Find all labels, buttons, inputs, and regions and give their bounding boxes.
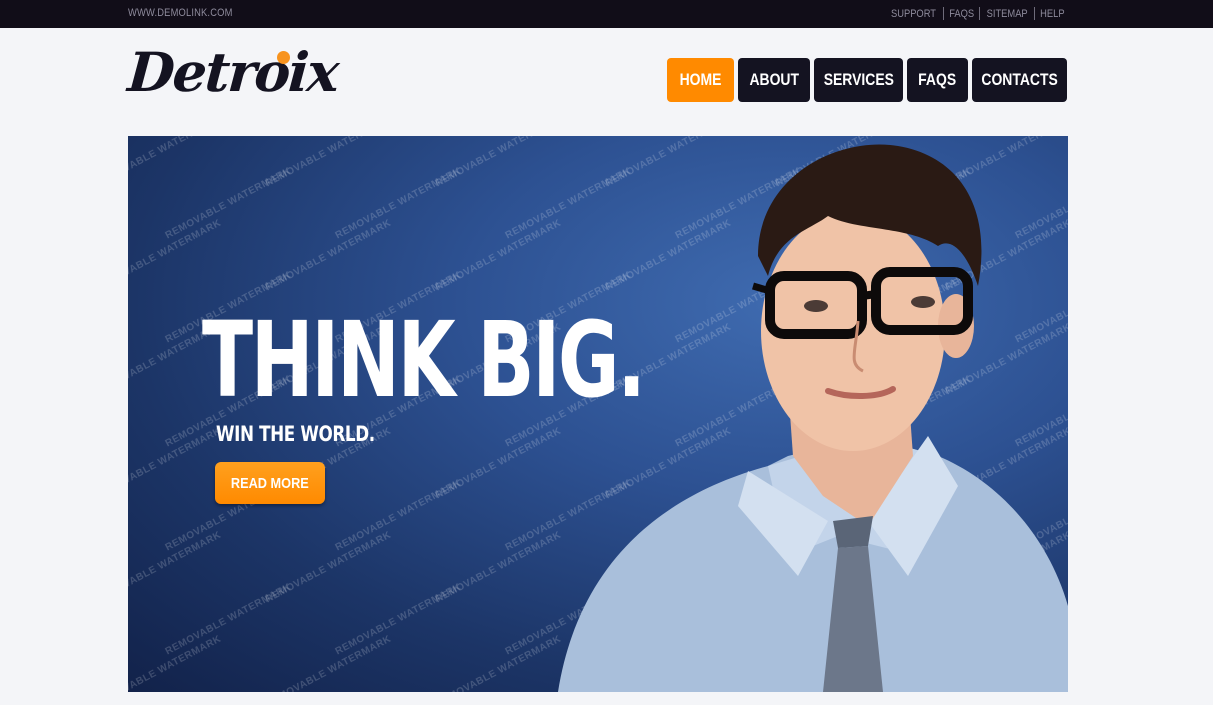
top-links: SUPPORT FAQS SITEMAP HELP xyxy=(884,7,1070,20)
watermark-text: REMOVABLE WATERMARK xyxy=(128,136,223,190)
watermark-text: REMOVABLE WATERMARK xyxy=(333,165,464,242)
watermark-text: REMOVABLE WATERMARK xyxy=(333,477,464,554)
main-nav: HOME ABOUT SERVICES FAQS CONTACTS xyxy=(667,58,1067,102)
logo-text: Detroix xyxy=(125,40,340,104)
logo-dot xyxy=(277,51,290,64)
nav-item-contacts[interactable]: CONTACTS xyxy=(972,58,1067,102)
nav-item-about[interactable]: ABOUT xyxy=(738,58,810,102)
top-bar: WWW.DEMOLINK.COM SUPPORT FAQS SITEMAP HE… xyxy=(0,0,1213,28)
nav-item-faqs[interactable]: FAQS xyxy=(907,58,968,102)
divider xyxy=(978,7,980,20)
top-link-faqs[interactable]: FAQS xyxy=(946,8,976,20)
watermark-text: REMOVABLE WATERMARK xyxy=(163,165,294,242)
watermark-text: REMOVABLE WATERMARK xyxy=(263,633,394,692)
top-link-sitemap[interactable]: SITEMAP xyxy=(984,8,1030,20)
read-more-button[interactable]: READ MORE xyxy=(215,462,325,504)
hero-banner: REMOVABLE WATERMARKREMOVABLE WATERMARKRE… xyxy=(128,136,1068,692)
site-url[interactable]: WWW.DEMOLINK.COM xyxy=(128,7,233,19)
divider xyxy=(1034,7,1036,20)
nav-item-services[interactable]: SERVICES xyxy=(814,58,903,102)
watermark-text: REMOVABLE WATERMARK xyxy=(333,581,464,658)
top-link-support[interactable]: SUPPORT xyxy=(888,8,938,20)
divider xyxy=(942,7,944,20)
site-logo[interactable]: Detroix xyxy=(126,40,340,106)
watermark-text: REMOVABLE WATERMARK xyxy=(263,136,394,190)
hero-title: THINK BIG. xyxy=(202,299,646,421)
hero-subtitle: WIN THE WORLD. xyxy=(216,422,375,446)
top-link-help[interactable]: HELP xyxy=(1038,8,1068,20)
nav-item-home[interactable]: HOME xyxy=(667,58,734,102)
watermark-text: REMOVABLE WATERMARK xyxy=(163,581,294,658)
